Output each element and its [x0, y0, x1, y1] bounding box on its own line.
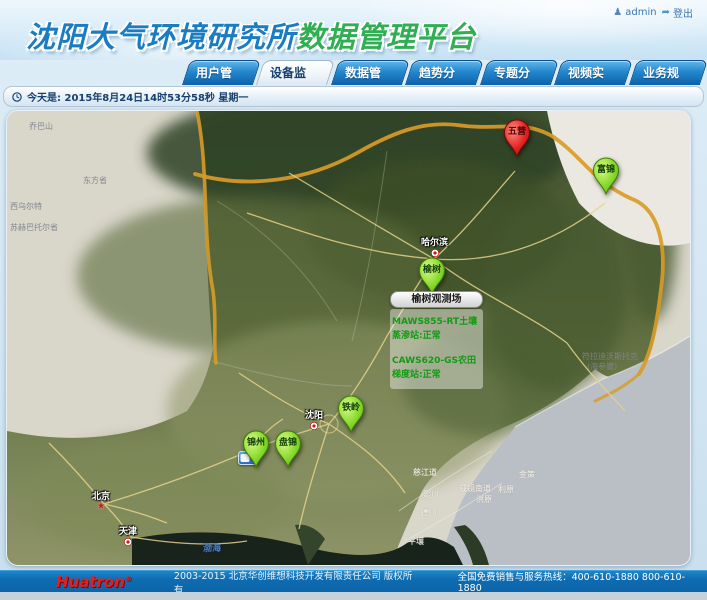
station-pin-盘锦[interactable]: 盘锦 [274, 430, 302, 468]
hotline-text: 全国免费销售与服务热线：400-610-1880 800-610-1880 [458, 569, 707, 594]
pin-label: 富锦 [592, 162, 620, 175]
pin-label: 铁岭 [337, 400, 365, 413]
footer: Huatron® 2003-2015 北京华创维想科技开发有限责任公司 版权所有… [0, 570, 707, 592]
pin-label: 榆树 [418, 262, 446, 275]
page-title: 沈阳大气环境研究所数据管理平台 [26, 14, 476, 56]
logout-button[interactable]: ➦ 登出 [662, 5, 693, 20]
station-pin-五营[interactable]: 五营 [503, 119, 531, 157]
pin-label: 五营 [503, 124, 531, 137]
clock-icon [12, 92, 22, 102]
user-icon: ♟ [613, 7, 622, 18]
nav-tabbar: 用户管理设备监控数据管理趋势分析专题分析视频实况业务规程 [186, 60, 707, 85]
station-link-0[interactable]: MAWS855-RT土壤蒸渗站:正常 [392, 316, 481, 344]
current-user: ♟ admin [613, 7, 656, 18]
pin-label: 锦州 [242, 435, 270, 448]
tab-4[interactable]: 专题分析 [480, 60, 560, 85]
tab-2[interactable]: 数据管理 [331, 60, 411, 85]
page-title-part1: 沈阳大气环境研究所 [26, 20, 296, 54]
tab-6[interactable]: 业务规程 [628, 60, 707, 85]
date-text: 今天是: 2015年8月24日14时53分58秒 星期一 [27, 89, 248, 104]
logout-arrow-icon: ➦ [662, 7, 670, 18]
station-pin-锦州[interactable]: 锦州 [242, 430, 270, 468]
station-link-1[interactable]: CAWS620-GS农田梯度站:正常 [392, 355, 481, 383]
user-area: ♟ admin ➦ 登出 [613, 5, 693, 20]
tab-1[interactable]: 设备监控 [256, 60, 336, 85]
page: 沈阳大气环境研究所数据管理平台 ♟ admin ➦ 登出 用户管理设备监控数据管… [0, 0, 707, 600]
logout-label: 登出 [673, 5, 693, 20]
station-pin-铁岭[interactable]: 铁岭 [337, 395, 365, 433]
station-pin-榆树[interactable]: 榆树 [418, 257, 446, 295]
username: admin [625, 7, 656, 18]
page-title-part2: 数据管理平台 [296, 20, 476, 54]
station-popup-body: MAWS855-RT土壤蒸渗站:正常 CAWS620-GS农田梯度站:正常 [390, 309, 483, 389]
station-popup-title[interactable]: 榆树观测场 [390, 291, 483, 308]
satellite-map [7, 111, 690, 565]
date-bar: 今天是: 2015年8月24日14时53分58秒 星期一 [3, 86, 704, 107]
tab-3[interactable]: 趋势分析 [405, 60, 485, 85]
huatron-logo: Huatron® [56, 573, 132, 591]
tab-0[interactable]: 用户管理 [182, 60, 262, 85]
header: 沈阳大气环境研究所数据管理平台 ♟ admin ➦ 登出 [0, 0, 707, 60]
bottom-strip [0, 592, 707, 600]
station-pin-富锦[interactable]: 富锦 [592, 157, 620, 195]
tab-5[interactable]: 视频实况 [554, 60, 634, 85]
station-popup: 榆树观测场 MAWS855-RT土壤蒸渗站:正常 CAWS620-GS农田梯度站:… [390, 291, 483, 389]
map-panel[interactable]: 哈尔滨沈阳北京★天津渤海符拉迪沃斯托克(海参崴)乔巴山东方省西乌尔特苏赫巴托尔省… [6, 110, 691, 566]
pin-label: 盘锦 [274, 435, 302, 448]
